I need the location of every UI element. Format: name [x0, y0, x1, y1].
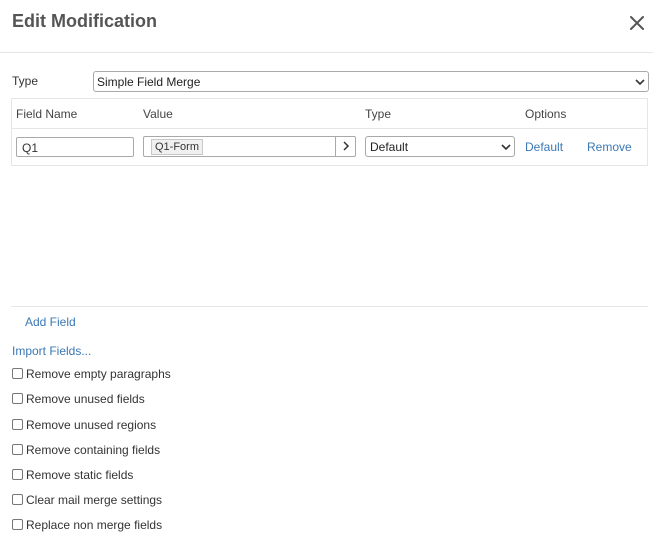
divider — [11, 306, 648, 307]
type-label: Type — [12, 74, 39, 88]
chevron-right-icon — [343, 141, 350, 151]
checkbox-label: Remove static fields — [26, 468, 134, 482]
value-tag[interactable]: Q1-Form — [151, 139, 203, 155]
type-select-value: Simple Field Merge — [97, 75, 201, 89]
checkbox[interactable] — [12, 444, 23, 455]
chevron-down-icon — [500, 141, 512, 153]
checkbox[interactable] — [12, 469, 23, 480]
row-type-value: Default — [370, 140, 409, 154]
column-header-field-name: Field Name — [16, 107, 78, 121]
checkbox-label: Remove empty paragraphs — [26, 367, 171, 381]
dialog-title: Edit Modification — [12, 11, 157, 31]
dialog-header: Edit Modification — [0, 0, 653, 53]
option-remove-link[interactable]: Remove — [587, 140, 632, 154]
fields-grid: Field Name Value Type Options Q1 Q1-Form… — [11, 98, 648, 166]
add-field-link[interactable]: Add Field — [25, 315, 76, 329]
row-type-select[interactable]: Default — [365, 136, 515, 157]
checkbox[interactable] — [12, 494, 23, 505]
checkbox-label: Replace non merge fields — [26, 518, 163, 532]
column-header-type: Type — [365, 107, 392, 121]
field-name-input[interactable]: Q1 — [16, 137, 134, 157]
chevron-down-icon — [634, 76, 646, 88]
edit-modification-dialog: Edit Modification Type Simple Field Merg… — [0, 0, 653, 541]
checkbox[interactable] — [12, 368, 23, 379]
checkbox-label: Remove unused fields — [26, 392, 145, 406]
checkbox[interactable] — [12, 393, 23, 404]
checkbox[interactable] — [12, 519, 23, 530]
checkbox-label: Clear mail merge settings — [26, 493, 163, 507]
option-default-link[interactable]: Default — [525, 140, 563, 154]
column-header-options: Options — [525, 107, 567, 121]
checkbox[interactable] — [12, 419, 23, 430]
field-name-value: Q1 — [22, 141, 39, 155]
import-fields-link[interactable]: Import Fields... — [12, 344, 91, 358]
grid-header: Field Name Value Type Options — [12, 99, 647, 129]
column-header-value: Value — [143, 107, 173, 121]
value-expand-button[interactable] — [335, 137, 355, 156]
value-field[interactable]: Q1-Form — [143, 136, 356, 157]
checkbox-label: Remove containing fields — [26, 443, 161, 457]
checkbox-label: Remove unused regions — [26, 418, 157, 432]
close-icon[interactable] — [627, 13, 647, 33]
type-select[interactable]: Simple Field Merge — [93, 71, 649, 92]
